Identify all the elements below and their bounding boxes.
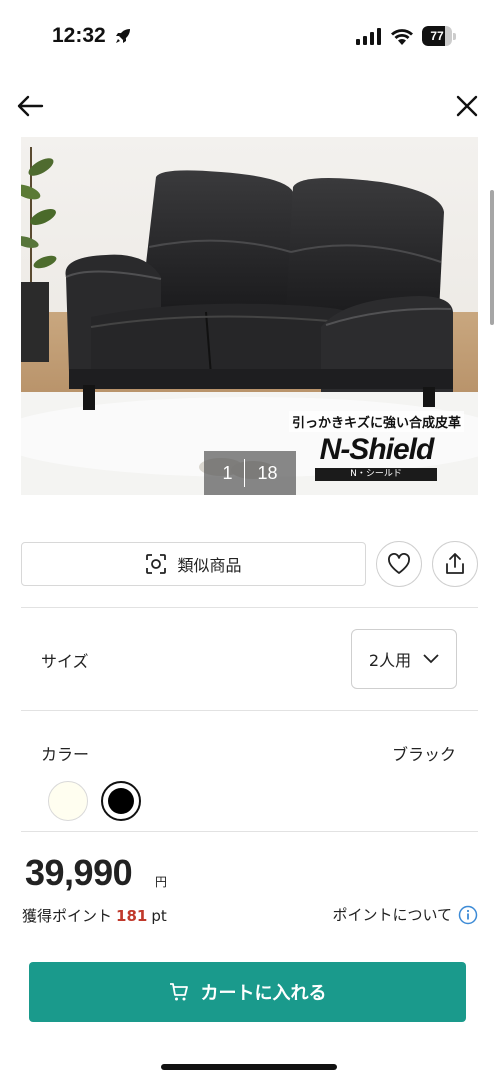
- close-icon: [456, 95, 478, 117]
- back-button[interactable]: [12, 88, 48, 124]
- color-swatch-black[interactable]: [101, 781, 141, 821]
- divider: [21, 607, 478, 608]
- chevron-down-icon: [423, 654, 439, 664]
- arrow-left-icon: [17, 95, 44, 117]
- info-icon: [458, 905, 478, 924]
- add-to-cart-label: カートに入れる: [200, 983, 327, 1004]
- product-image[interactable]: 引っかきキズに強い合成皮革 N-Shield N・シールド 1 18: [21, 137, 478, 495]
- divider: [21, 710, 478, 711]
- add-to-cart-button[interactable]: カートに入れる: [29, 962, 466, 1022]
- scan-icon: [146, 554, 167, 574]
- points-unit: pt: [151, 907, 167, 925]
- similar-products-button[interactable]: 類似商品: [21, 542, 366, 586]
- counter-current: 1: [222, 462, 233, 483]
- wifi-icon: [391, 29, 413, 45]
- color-selected-value: ブラック: [391, 745, 456, 764]
- points-info-label: ポイントについて: [332, 906, 452, 924]
- share-button[interactable]: [432, 541, 478, 587]
- n-shield-logo: N-Shield N・シールド: [309, 433, 444, 483]
- size-select[interactable]: 2人用: [351, 629, 457, 689]
- points-label: 獲得ポイント: [22, 907, 113, 925]
- points-row: 獲得ポイント 181 pt: [22, 905, 167, 926]
- home-indicator: [161, 1064, 337, 1070]
- color-swatch-white[interactable]: [48, 781, 88, 821]
- feature-caption: 引っかきキズに強い合成皮革: [288, 411, 464, 432]
- rocket-icon: [116, 29, 130, 43]
- cellular-signal-icon: [356, 28, 381, 45]
- similar-products-label: 類似商品: [177, 556, 242, 575]
- scrollbar[interactable]: [490, 190, 494, 325]
- size-selected-value: 2人用: [368, 651, 412, 670]
- status-bar: 12:32 77: [0, 0, 499, 62]
- size-label: サイズ: [41, 652, 89, 671]
- counter-total: 18: [257, 462, 278, 483]
- points-value: 181: [116, 907, 148, 925]
- favorite-button[interactable]: [376, 541, 422, 587]
- share-icon: [446, 553, 464, 574]
- divider: [21, 831, 478, 832]
- heart-icon: [388, 553, 410, 574]
- price-unit: 円: [155, 875, 168, 889]
- price-amount: 39,990: [25, 852, 133, 893]
- points-info-link[interactable]: ポイントについて: [332, 904, 478, 925]
- image-counter: 1 18: [204, 451, 296, 495]
- battery-icon: 77: [422, 26, 456, 46]
- color-label: カラー: [41, 745, 90, 764]
- close-button[interactable]: [449, 88, 485, 124]
- battery-level: 77: [430, 29, 444, 43]
- cart-icon: [169, 983, 188, 1001]
- status-time: 12:32: [52, 24, 106, 47]
